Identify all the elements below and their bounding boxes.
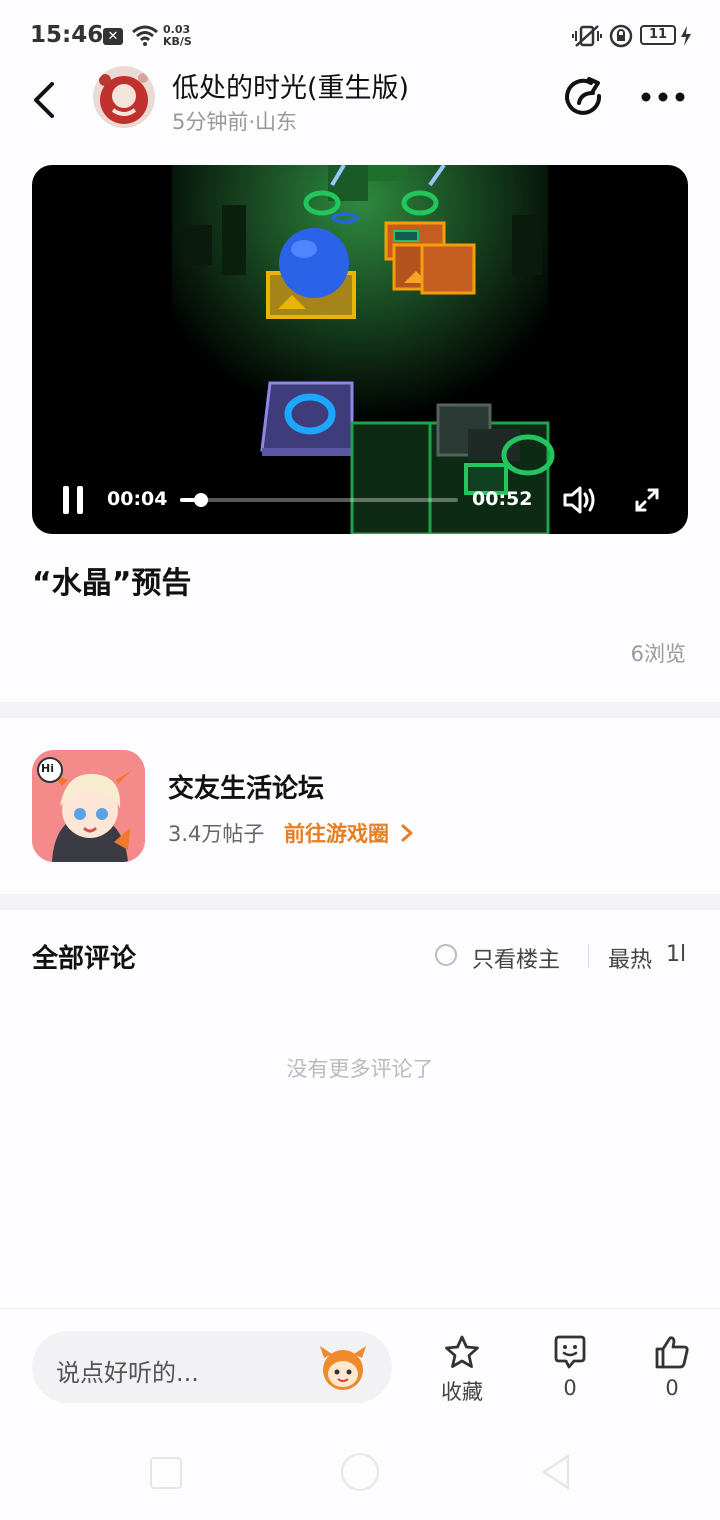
- nav-back-button[interactable]: [538, 1452, 574, 1492]
- sort-latest-button[interactable]: 1l: [666, 942, 686, 967]
- nav-home-button[interactable]: [341, 1453, 379, 1491]
- share-icon[interactable]: [563, 76, 605, 118]
- wifi-icon: [132, 25, 158, 46]
- section-divider: [0, 894, 720, 910]
- net-speed-unit: KB/S: [163, 35, 192, 48]
- forum-post-count: 3.4万帖子: [168, 822, 265, 846]
- forum-icon[interactable]: Hi: [32, 750, 145, 862]
- like-button[interactable]: 0: [648, 1332, 696, 1404]
- view-count: 6浏览: [630, 642, 686, 666]
- fullscreen-icon[interactable]: [634, 487, 660, 513]
- star-icon: [445, 1335, 479, 1368]
- forum-icon-hi-label: Hi: [41, 762, 54, 775]
- filter-separator: [588, 944, 589, 968]
- rotation-lock-icon: [609, 24, 633, 48]
- video-total-time: 00:52: [472, 488, 533, 510]
- avatar[interactable]: [93, 66, 155, 128]
- video-progress-handle[interactable]: [194, 493, 208, 507]
- comment-count: 0: [563, 1376, 577, 1400]
- sort-hot-button[interactable]: 最热: [608, 942, 652, 974]
- only-op-label[interactable]: 只看楼主: [472, 942, 560, 974]
- like-count: 0: [665, 1376, 679, 1400]
- video-current-time: 00:04: [107, 488, 168, 510]
- nav-recents-button[interactable]: [150, 1457, 182, 1489]
- comment-button[interactable]: 0: [546, 1332, 594, 1404]
- collect-label: 收藏: [441, 1380, 483, 1404]
- video-frame: [172, 165, 555, 534]
- volume-icon[interactable]: [562, 485, 598, 515]
- chevron-right-icon: [401, 824, 413, 842]
- section-divider: [0, 702, 720, 718]
- status-time: 15:46: [30, 22, 104, 48]
- go-to-game-circle-label: 前往游戏圈: [284, 822, 389, 846]
- video-player[interactable]: [32, 165, 688, 534]
- forum-name[interactable]: 交友生活论坛: [168, 768, 324, 805]
- vibrate-mute-icon: [572, 25, 602, 47]
- video-progress-track[interactable]: [180, 498, 458, 502]
- post-title: “水晶”预告: [32, 566, 192, 601]
- notification-x-icon: ✕: [103, 28, 123, 45]
- only-op-radio[interactable]: [435, 944, 457, 966]
- net-speed: 0.03 KB/S: [163, 24, 192, 48]
- bottom-bar-divider: [0, 1308, 720, 1309]
- collect-button[interactable]: 收藏: [434, 1332, 490, 1404]
- no-more-comments: 没有更多评论了: [286, 1057, 434, 1081]
- thumbs-up-icon: [655, 1336, 689, 1369]
- comment-icon: [554, 1335, 586, 1369]
- page-title: 低处的时光(重生版): [172, 73, 410, 104]
- comments-title: 全部评论: [32, 944, 137, 974]
- go-to-game-circle-link[interactable]: 前往游戏圈: [284, 818, 414, 848]
- post-meta: 5分钟前·山东: [172, 110, 298, 134]
- comment-placeholder: 说点好听的...: [56, 1359, 199, 1387]
- charging-icon: [681, 26, 691, 46]
- battery-icon: 11: [640, 25, 676, 45]
- back-icon[interactable]: [30, 80, 58, 120]
- more-icon[interactable]: [640, 90, 686, 104]
- mascot-emoji-icon[interactable]: [316, 1342, 370, 1392]
- pause-icon[interactable]: [63, 486, 85, 514]
